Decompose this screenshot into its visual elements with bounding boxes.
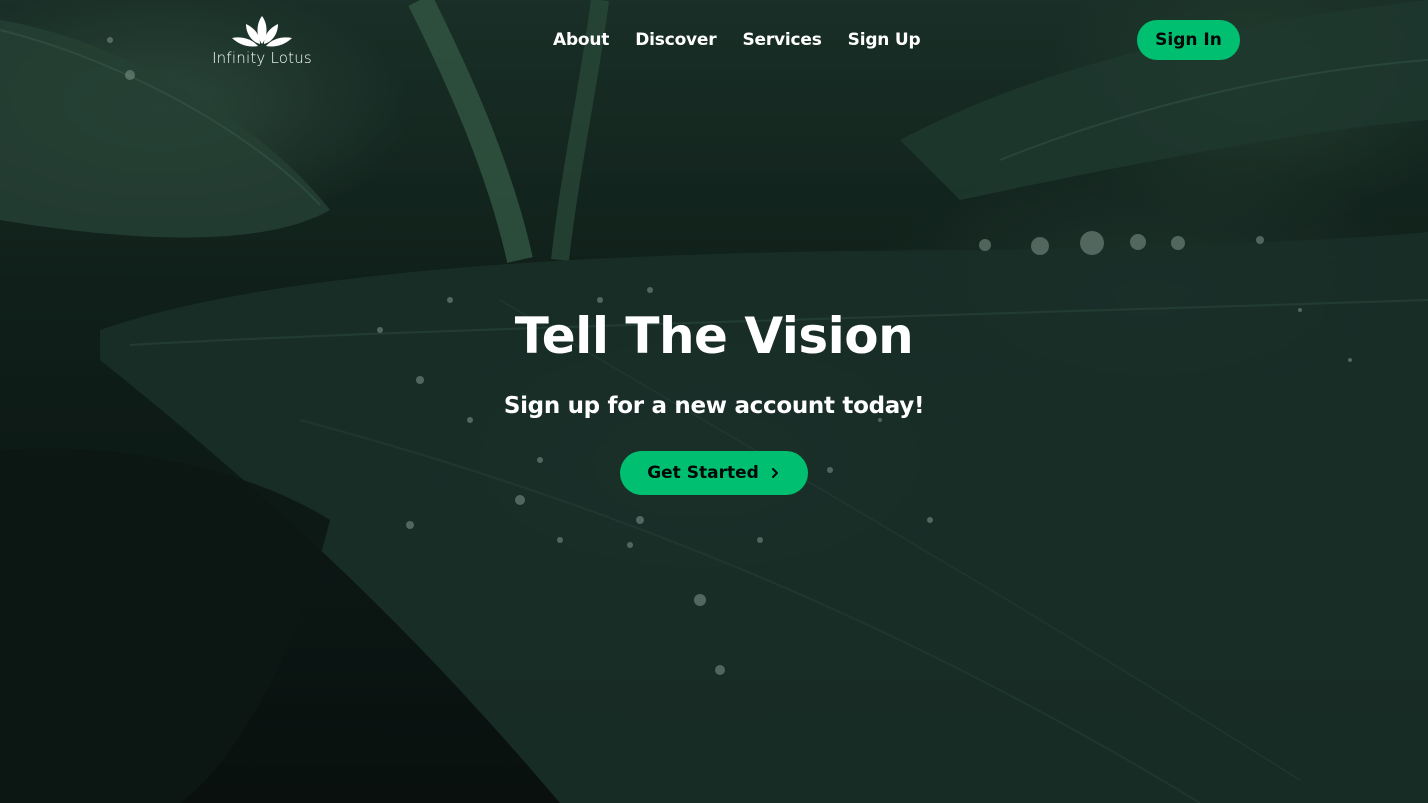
lotus-icon	[232, 16, 292, 47]
hero-section: Infinity Lotus About Discover Services S…	[0, 0, 1428, 803]
nav-link-about[interactable]: About	[553, 28, 609, 52]
get-started-label: Get Started	[647, 463, 759, 483]
nav-link-discover[interactable]: Discover	[635, 28, 716, 52]
sign-in-button[interactable]: Sign In	[1137, 20, 1240, 60]
nav-menu: About Discover Services Sign Up	[553, 28, 947, 52]
chevron-right-icon	[771, 468, 778, 478]
hero-title: Tell The Vision	[514, 307, 914, 365]
logo-link[interactable]: Infinity Lotus	[212, 12, 312, 70]
hero-subtitle: Sign up for a new account today!	[503, 393, 925, 419]
nav-link-sign-up[interactable]: Sign Up	[848, 28, 921, 52]
get-started-button[interactable]: Get Started	[620, 451, 808, 495]
brand-name: Infinity Lotus	[212, 49, 312, 67]
nav-link-services[interactable]: Services	[742, 28, 821, 52]
